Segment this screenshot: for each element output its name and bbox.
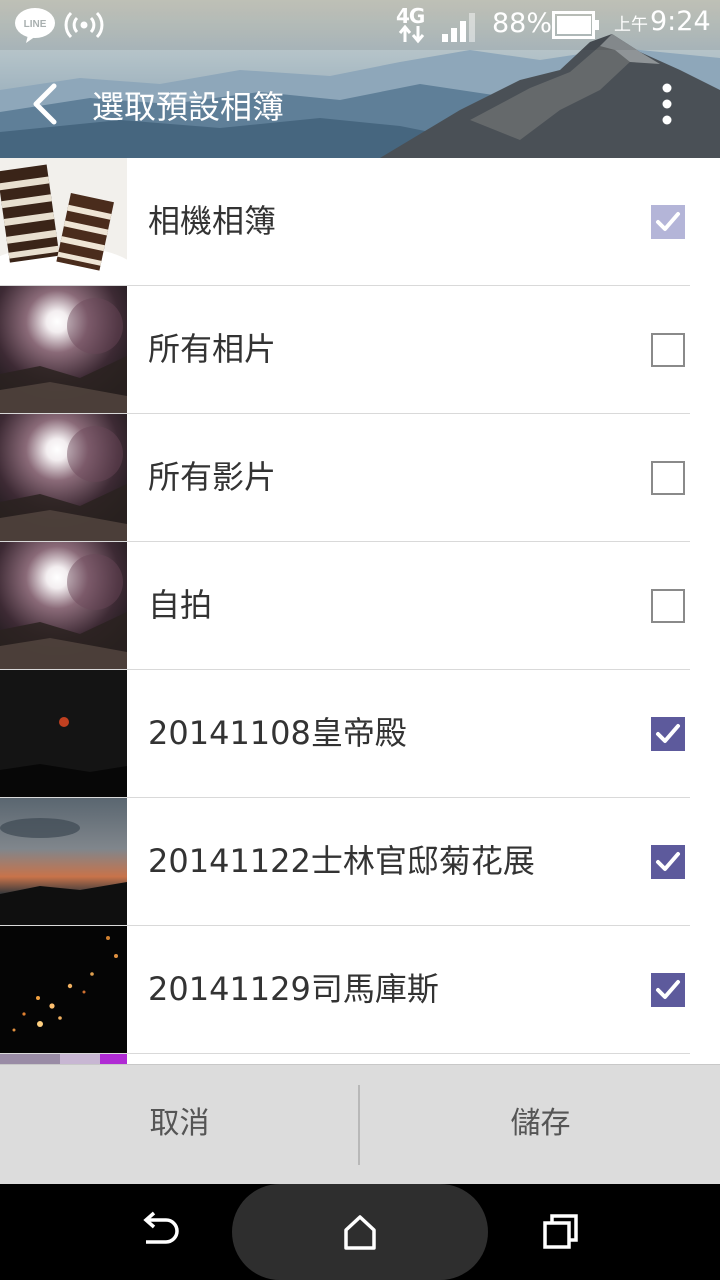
back-arrow-icon[interactable]	[24, 82, 68, 126]
album-checkbox[interactable]	[651, 973, 685, 1007]
clock: 上午9:24	[614, 6, 711, 37]
album-checkbox[interactable]	[651, 589, 685, 623]
album-checkbox[interactable]	[651, 845, 685, 879]
album-thumbnail	[0, 414, 127, 541]
album-row[interactable]: 自拍	[0, 542, 720, 670]
album-row-partial[interactable]	[0, 1054, 720, 1064]
checkmark-icon	[656, 212, 680, 231]
checkmark-icon	[656, 852, 680, 871]
save-button[interactable]: 儲存	[361, 1065, 720, 1185]
clock-period: 上午	[614, 15, 648, 35]
album-row[interactable]: 相機相簿	[0, 158, 720, 286]
nav-recent-apps-icon[interactable]	[538, 1210, 582, 1254]
app-header: LINE 4G 88% 上午9:24 選取預設相簿	[0, 0, 720, 158]
album-name: 20141108皇帝殿	[148, 714, 407, 752]
clock-time: 9:24	[650, 6, 711, 37]
album-thumbnail	[0, 158, 127, 285]
album-row[interactable]: 所有相片	[0, 286, 720, 414]
checkmark-icon	[656, 724, 680, 743]
wireless-broadcast-icon	[64, 11, 104, 39]
album-name: 20141122士林官邸菊花展	[148, 842, 535, 880]
album-name: 所有相片	[148, 330, 277, 368]
cancel-button[interactable]: 取消	[0, 1065, 359, 1185]
album-row[interactable]: 所有影片	[0, 414, 720, 542]
battery-percent: 88%	[492, 8, 553, 39]
page-title: 選取預設相簿	[92, 88, 285, 126]
action-divider	[358, 1085, 360, 1165]
album-name: 20141129司馬庫斯	[148, 970, 439, 1008]
album-thumbnail	[0, 542, 127, 669]
album-thumbnail	[0, 1054, 127, 1064]
navigation-bar	[0, 1184, 720, 1280]
album-row[interactable]: 20141108皇帝殿	[0, 670, 720, 798]
album-row[interactable]: 20141129司馬庫斯	[0, 926, 720, 1054]
svg-text:LINE: LINE	[24, 19, 47, 30]
album-checkbox[interactable]	[651, 333, 685, 367]
album-name: 所有影片	[148, 458, 277, 496]
nav-back-icon[interactable]	[138, 1210, 182, 1254]
nav-home-icon[interactable]	[338, 1210, 382, 1254]
album-list: 相機相簿所有相片所有影片自拍 20141108皇帝殿 20141122士林官邸菊花展…	[0, 158, 720, 1064]
action-bar: 取消 儲存	[0, 1064, 720, 1184]
album-checkbox[interactable]	[651, 461, 685, 495]
more-options-icon[interactable]	[650, 80, 684, 130]
status-bar: LINE 4G 88% 上午9:24	[0, 0, 720, 50]
album-name: 相機相簿	[148, 202, 277, 240]
album-thumbnail	[0, 798, 127, 925]
album-thumbnail	[0, 926, 127, 1053]
album-thumbnail	[0, 670, 127, 797]
line-app-icon: LINE	[15, 8, 55, 43]
album-checkbox[interactable]	[651, 717, 685, 751]
data-arrows-icon	[398, 24, 425, 44]
album-name: 自拍	[148, 586, 213, 624]
battery-icon	[552, 11, 599, 39]
signal-strength-icon	[442, 13, 475, 42]
album-thumbnail	[0, 286, 127, 413]
album-checkbox	[651, 205, 685, 239]
album-row[interactable]: 20141122士林官邸菊花展	[0, 798, 720, 926]
checkmark-icon	[656, 980, 680, 999]
